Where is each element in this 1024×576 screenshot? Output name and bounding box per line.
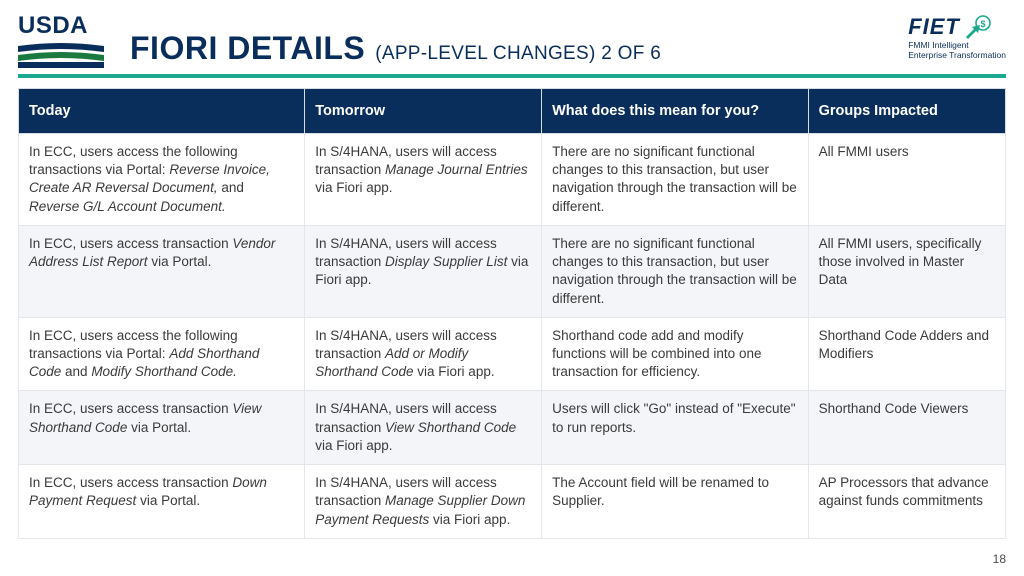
cell-mean: There are no significant functional chan… xyxy=(542,134,808,226)
cell-today: In ECC, users access the following trans… xyxy=(19,134,305,226)
cell-tomorrow: In S/4HANA, users will access transactio… xyxy=(305,391,542,465)
cell-groups: AP Processors that advance against funds… xyxy=(808,465,1005,539)
header: USDA FIORI DETAILS (APP-LEVEL CHANGES) 2… xyxy=(0,0,1024,74)
cell-tomorrow: In S/4HANA, users will access transactio… xyxy=(305,465,542,539)
svg-text:$: $ xyxy=(980,19,985,29)
table-row: In ECC, users access the following trans… xyxy=(19,317,1006,391)
col-header-today: Today xyxy=(19,89,305,134)
slide-title: FIORI DETAILS (APP-LEVEL CHANGES) 2 OF 6 xyxy=(130,30,661,67)
cell-today: In ECC, users access the following trans… xyxy=(19,317,305,391)
arrow-dollar-icon: $ xyxy=(964,15,992,39)
fiet-logo: FIET $ FMMI Intelligent Enterprise Trans… xyxy=(908,14,1006,61)
col-header-tomorrow: Tomorrow xyxy=(305,89,542,134)
title-sub: (APP-LEVEL CHANGES) 2 OF 6 xyxy=(375,43,661,65)
cell-mean: Shorthand code add and modify functions … xyxy=(542,317,808,391)
changes-table: Today Tomorrow What does this mean for y… xyxy=(18,88,1006,539)
cell-mean: There are no significant functional chan… xyxy=(542,225,808,317)
cell-groups: Shorthand Code Viewers xyxy=(808,391,1005,465)
table-row: In ECC, users access transaction Down Pa… xyxy=(19,465,1006,539)
fiet-sub-line1: FMMI Intelligent xyxy=(908,41,1006,50)
table-row: In ECC, users access transaction Vendor … xyxy=(19,225,1006,317)
cell-tomorrow: In S/4HANA, users will access transactio… xyxy=(305,317,542,391)
header-divider xyxy=(18,74,1006,78)
table-row: In ECC, users access transaction View Sh… xyxy=(19,391,1006,465)
page-number: 18 xyxy=(993,552,1006,566)
cell-today: In ECC, users access transaction Down Pa… xyxy=(19,465,305,539)
cell-mean: The Account field will be renamed to Sup… xyxy=(542,465,808,539)
cell-groups: All FMMI users, specifically those invol… xyxy=(808,225,1005,317)
usda-logo-bars-icon xyxy=(18,42,104,68)
fiet-logo-text: FIET xyxy=(908,14,960,40)
cell-tomorrow: In S/4HANA, users will access transactio… xyxy=(305,225,542,317)
cell-today: In ECC, users access transaction Vendor … xyxy=(19,225,305,317)
col-header-mean: What does this mean for you? xyxy=(542,89,808,134)
usda-logo-text: USDA xyxy=(18,12,104,40)
table-body: In ECC, users access the following trans… xyxy=(19,134,1006,539)
cell-groups: All FMMI users xyxy=(808,134,1005,226)
cell-groups: Shorthand Code Adders and Modifiers xyxy=(808,317,1005,391)
usda-logo: USDA xyxy=(18,12,104,68)
slide: USDA FIORI DETAILS (APP-LEVEL CHANGES) 2… xyxy=(0,0,1024,576)
table-header-row: Today Tomorrow What does this mean for y… xyxy=(19,89,1006,134)
fiet-sub-line2: Enterprise Transformation xyxy=(908,51,1006,60)
cell-today: In ECC, users access transaction View Sh… xyxy=(19,391,305,465)
table-row: In ECC, users access the following trans… xyxy=(19,134,1006,226)
col-header-groups: Groups Impacted xyxy=(808,89,1005,134)
cell-mean: Users will click "Go" instead of "Execut… xyxy=(542,391,808,465)
cell-tomorrow: In S/4HANA, users will access transactio… xyxy=(305,134,542,226)
title-main: FIORI DETAILS xyxy=(130,30,365,67)
